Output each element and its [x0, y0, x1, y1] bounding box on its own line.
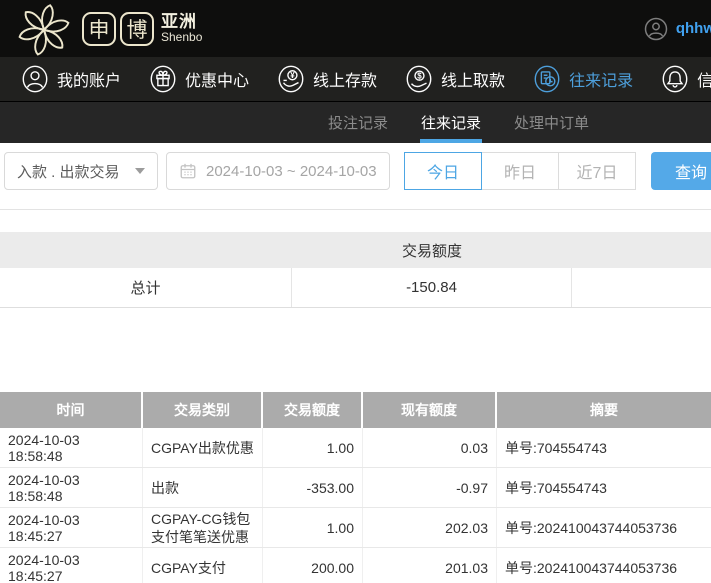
cell-amount: 1.00	[263, 428, 363, 467]
avatar-icon	[644, 17, 668, 40]
col-header-time: 时间	[0, 392, 143, 428]
brand-name: Shenbo	[161, 30, 203, 45]
summary-table: 交易额度 总计 -150.84	[0, 232, 711, 308]
quick-date-buttons: 今日 昨日 近7日	[404, 152, 636, 190]
cell-balance: 0.03	[363, 428, 497, 467]
brand-region: 亚洲	[161, 11, 197, 31]
tab-pending-orders[interactable]: 处理中订单	[514, 102, 589, 143]
table-row: 2024-10-03 18:45:27 CGPAY-CG钱包支付笔笔送优惠 1.…	[0, 508, 711, 548]
top-header: 申 博 亚洲 Shenbo qhhw	[0, 0, 711, 57]
transaction-type-select[interactable]: 入款 . 出款交易	[4, 152, 158, 190]
transaction-type-value: 入款 . 出款交易	[17, 163, 120, 181]
date-range-value: 2024-10-03 ~ 2024-10-03	[206, 162, 377, 180]
tab-betting-records[interactable]: 投注记录	[328, 102, 388, 143]
cell-time: 2024-10-03 18:45:27	[0, 508, 143, 547]
table-row: 2024-10-03 18:58:48 CGPAY出款优惠 1.00 0.03 …	[0, 428, 711, 468]
flower-logo-icon	[18, 3, 70, 56]
cell-note: 单号:202410043744053736	[505, 519, 678, 536]
user-account[interactable]: qhhw	[644, 0, 711, 57]
withdraw-icon: $	[406, 65, 432, 93]
summary-total-value: -150.84	[292, 268, 572, 307]
cell-amount: 1.00	[263, 508, 363, 547]
cell-note: 单号:704554743	[505, 439, 607, 456]
logo-char-shen: 申	[82, 11, 116, 46]
svg-text:¥: ¥	[290, 71, 295, 80]
cell-time: 2024-10-03 18:58:48	[0, 428, 143, 467]
cell-type: 出款	[143, 468, 263, 507]
transactions-table: 时间 交易类别 交易额度 现有额度 摘要 2024-10-03 18:58:48…	[0, 392, 711, 583]
cell-balance: -0.97	[363, 468, 497, 507]
table-row: 2024-10-03 18:58:48 出款 -353.00 -0.97 单号:…	[0, 468, 711, 508]
last7days-button[interactable]: 近7日	[558, 152, 636, 190]
nav-item-my-account[interactable]: 我的账户	[20, 64, 121, 94]
nav-item-records[interactable]: 往来记录	[532, 64, 633, 94]
cell-balance: 201.03	[363, 548, 497, 583]
search-button[interactable]: 查询	[651, 152, 711, 190]
nav-label: 线上存款	[313, 73, 378, 90]
cell-note: 单号:202410043744053736	[505, 559, 678, 576]
summary-total-label: 总计	[0, 268, 292, 307]
user-icon	[22, 65, 48, 93]
logo-char-bo: 博	[120, 11, 154, 46]
cell-type: CGPAY支付	[143, 548, 263, 583]
tab-transaction-records[interactable]: 往来记录	[420, 102, 483, 143]
cell-type: CGPAY-CG钱包支付笔笔送优惠	[143, 508, 263, 547]
table-header-row: 时间 交易类别 交易额度 现有额度 摘要	[0, 392, 711, 428]
summary-header-label: 交易额度	[401, 242, 462, 260]
nav-label: 信息	[697, 67, 711, 91]
nav-item-messages[interactable]: 信息	[660, 64, 711, 94]
cell-time: 2024-10-03 18:58:48	[0, 468, 143, 507]
site-logo[interactable]: 申 博 亚洲 Shenbo	[14, 1, 202, 57]
summary-empty-cell	[572, 268, 711, 307]
main-nav: 我的账户 优惠中心 ¥ 线上存款 $ 线上取款 往来记录	[0, 57, 711, 102]
cell-type: CGPAY出款优惠	[143, 428, 263, 467]
col-header-amount: 交易额度	[263, 392, 363, 428]
today-button[interactable]: 今日	[404, 152, 482, 190]
bell-icon	[662, 65, 688, 93]
cell-note: 单号:704554743	[505, 479, 607, 496]
record-tabs: 投注记录 往来记录 处理中订单	[0, 102, 711, 143]
deposit-icon: ¥	[278, 65, 304, 93]
calendar-icon	[180, 163, 196, 179]
nav-item-deposit[interactable]: ¥ 线上存款	[276, 64, 377, 94]
col-header-balance: 现有额度	[363, 392, 497, 428]
summary-header-row: 交易额度	[0, 232, 711, 268]
nav-label: 往来记录	[569, 73, 634, 90]
filter-bar: 入款 . 出款交易 2024-10-03 ~ 2024-10-03 今日 昨日 …	[0, 143, 711, 210]
yesterday-button[interactable]: 昨日	[481, 152, 559, 190]
gift-icon	[150, 65, 176, 93]
cell-amount: -353.00	[263, 468, 363, 507]
username[interactable]: qhhw	[676, 20, 711, 37]
svg-text:$: $	[417, 72, 422, 81]
records-icon	[534, 65, 560, 93]
cell-amount: 200.00	[263, 548, 363, 583]
cell-balance: 202.03	[363, 508, 497, 547]
nav-item-promotions[interactable]: 优惠中心	[148, 64, 249, 94]
nav-label: 我的账户	[57, 73, 122, 90]
col-header-type: 交易类别	[143, 392, 263, 428]
cell-time: 2024-10-03 18:45:27	[0, 548, 143, 583]
table-row: 2024-10-03 18:45:27 CGPAY支付 200.00 201.0…	[0, 548, 711, 583]
date-range-input[interactable]: 2024-10-03 ~ 2024-10-03	[166, 152, 390, 190]
col-header-note: 摘要	[590, 402, 618, 418]
chevron-down-icon	[135, 168, 145, 174]
nav-label: 优惠中心	[185, 73, 250, 90]
nav-label: 线上取款	[441, 73, 506, 90]
nav-item-withdraw[interactable]: $ 线上取款	[404, 64, 505, 94]
summary-total-row: 总计 -150.84	[0, 268, 711, 308]
